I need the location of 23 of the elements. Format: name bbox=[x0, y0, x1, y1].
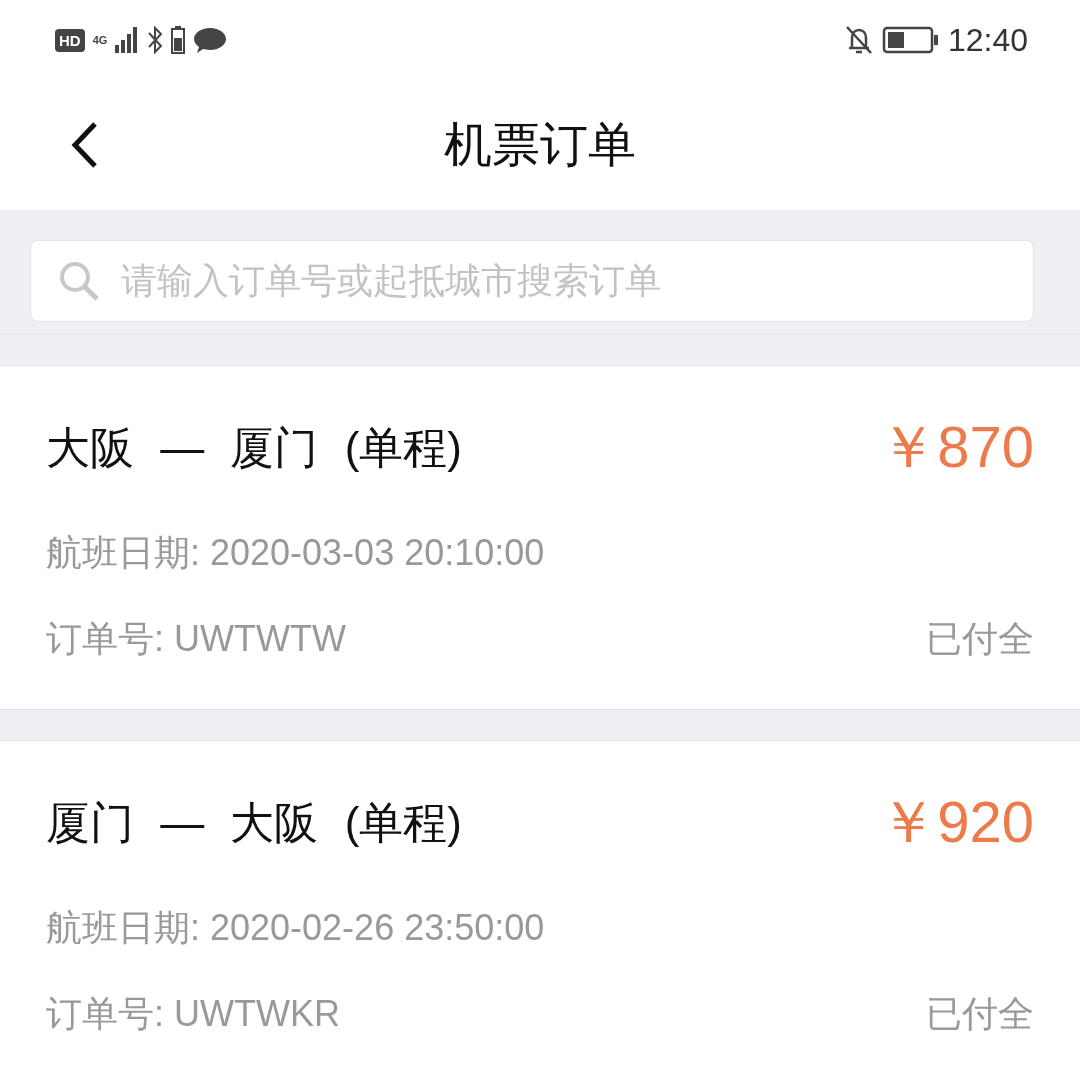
order-number: 订单号: UWTWTW bbox=[46, 616, 346, 661]
search-field[interactable]: 请输入订单号或起抵城市搜索订单 bbox=[30, 240, 1034, 322]
clock-time: 12:40 bbox=[947, 21, 1028, 59]
price-text: ￥920 bbox=[879, 788, 1034, 856]
order-number: 订单号: UWTWKR bbox=[46, 991, 340, 1036]
price-text: ￥870 bbox=[879, 413, 1034, 481]
flight-date: 航班日期: 2020-02-26 23:50:00 bbox=[46, 905, 545, 950]
bell-off-icon bbox=[843, 24, 874, 56]
hd-badge: HD bbox=[55, 28, 85, 52]
bluetooth-icon bbox=[147, 26, 164, 54]
battery-icon bbox=[171, 26, 186, 54]
payment-status: 已付全 bbox=[926, 616, 1034, 661]
route-text: 厦门 — 大阪 (单程) bbox=[46, 796, 462, 849]
payment-status: 已付全 bbox=[926, 991, 1034, 1036]
page-title: 机票订单 bbox=[444, 117, 636, 173]
order-card[interactable]: 厦门 — 大阪 (单程) ￥920 航班日期: 2020-02-26 23:50:00 订单号: UWTWKR 已付全 bbox=[0, 740, 1080, 1081]
battery-icon bbox=[881, 26, 940, 54]
order-card[interactable]: 大阪 — 厦门 (单程) ￥870 航班日期: 2020-03-03 20:10:00 订单号: UWTWTW 已付全 bbox=[0, 365, 1080, 710]
route-text: 大阪 — 厦门 (单程) bbox=[46, 421, 462, 474]
signal-icon bbox=[115, 27, 140, 53]
flight-date: 航班日期: 2020-03-03 20:10:00 bbox=[46, 530, 545, 575]
network-label: 4G bbox=[92, 34, 108, 46]
chat-icon bbox=[193, 26, 228, 54]
